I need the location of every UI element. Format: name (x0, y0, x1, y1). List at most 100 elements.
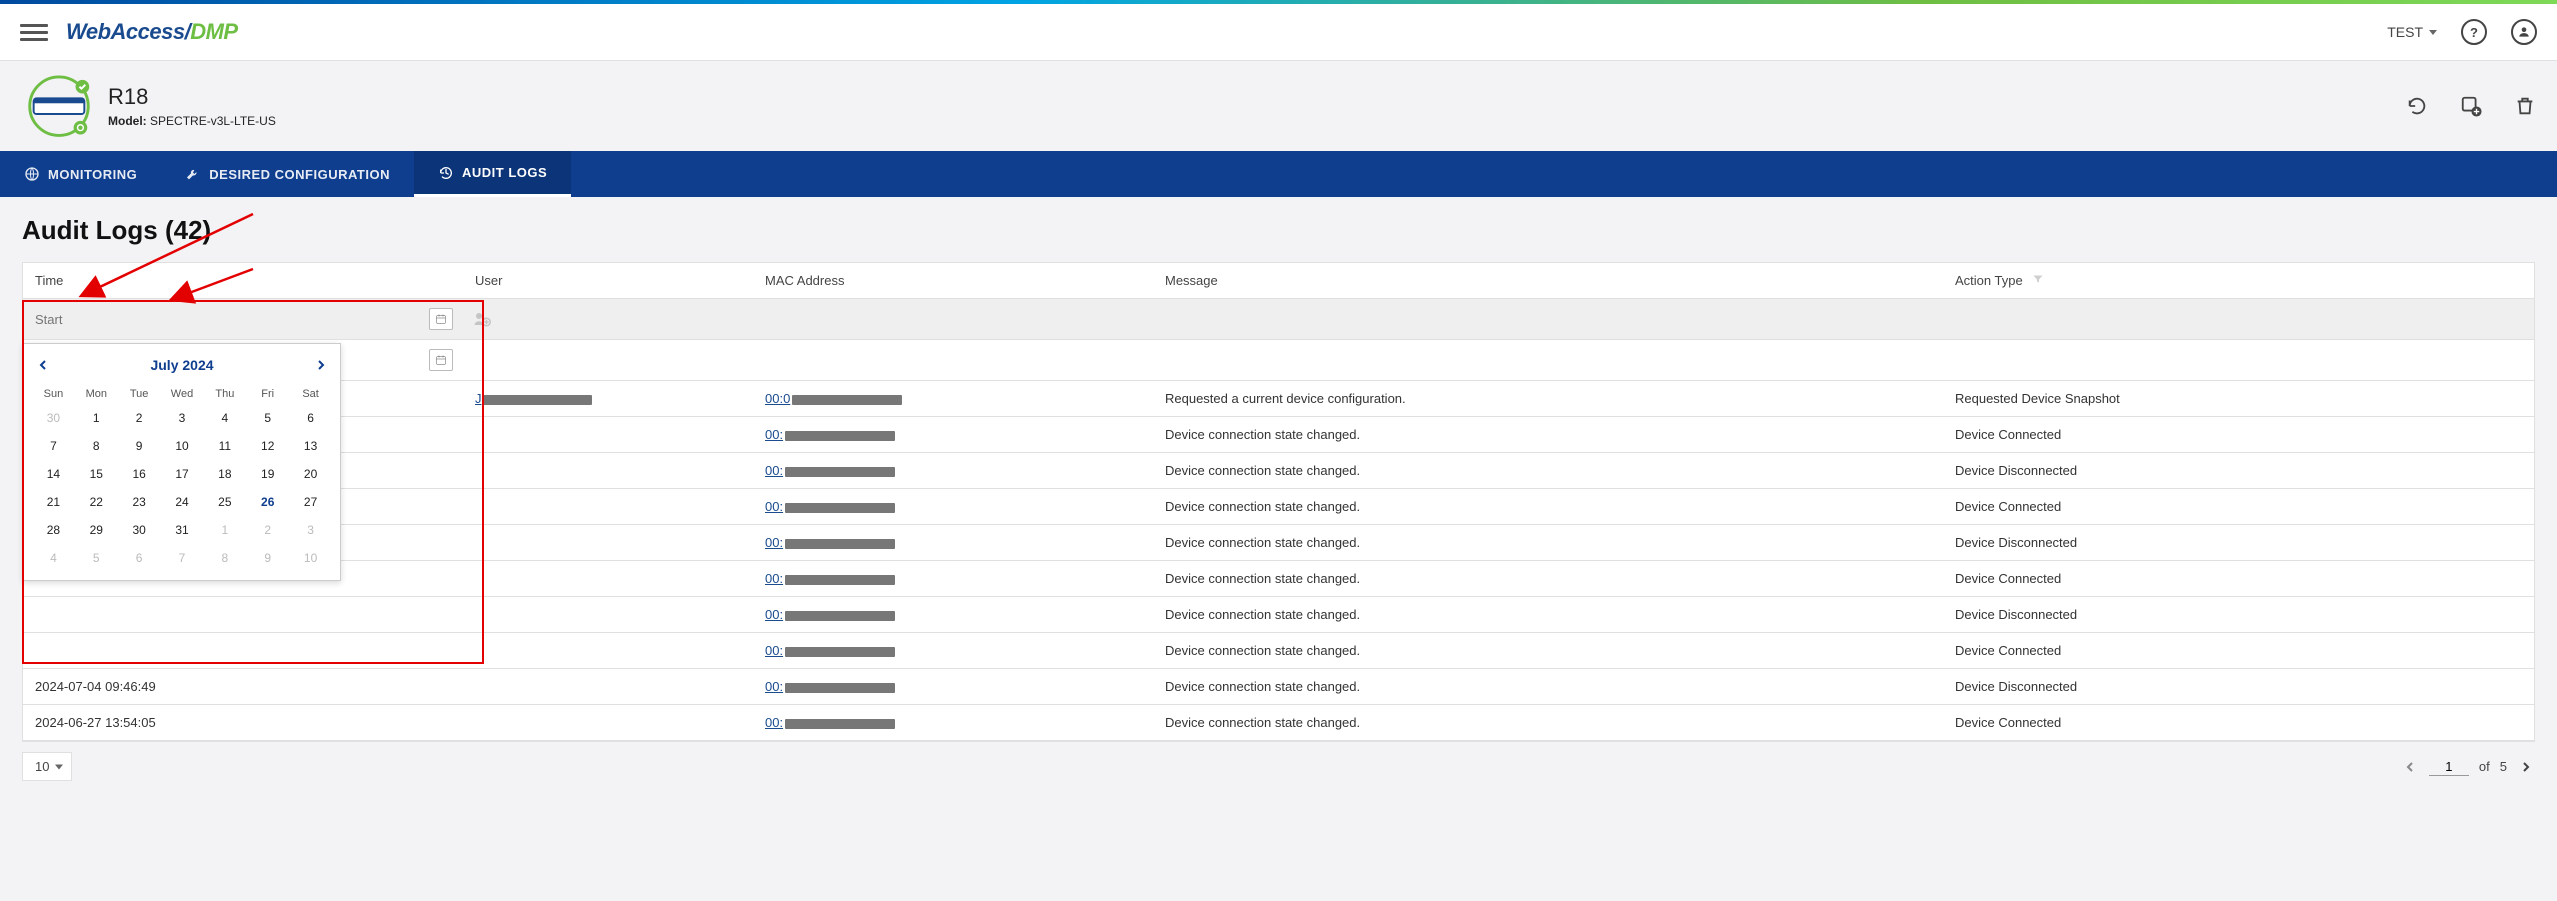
mac-link[interactable]: 00: (765, 679, 895, 694)
datepicker-day[interactable]: 12 (246, 432, 289, 460)
datepicker-day[interactable]: 7 (161, 544, 204, 572)
device-thumbnail (20, 75, 98, 137)
datepicker-day[interactable]: 24 (161, 488, 204, 516)
datepicker-day[interactable]: 19 (246, 460, 289, 488)
table-row: 00:Device connection state changed.Devic… (23, 453, 2534, 489)
datepicker-day[interactable]: 18 (203, 460, 246, 488)
mac-link[interactable]: 00: (765, 643, 895, 658)
mac-link[interactable]: 00: (765, 427, 895, 442)
brand-part-1: WebAccess/ (66, 19, 190, 44)
cell-action-type: Device Connected (1943, 705, 2534, 741)
datepicker-next[interactable] (310, 354, 332, 376)
datepicker-day[interactable]: 30 (118, 516, 161, 544)
datepicker-day[interactable]: 8 (203, 544, 246, 572)
user-link[interactable]: J (475, 391, 592, 406)
col-time[interactable]: Time (23, 263, 463, 299)
datepicker-day[interactable]: 2 (118, 404, 161, 432)
datepicker-day[interactable]: 7 (32, 432, 75, 460)
datepicker-month[interactable]: July 2024 (150, 357, 213, 373)
calendar-button-start[interactable] (429, 308, 453, 330)
datepicker-day[interactable]: 10 (161, 432, 204, 460)
datepicker-day[interactable]: 31 (161, 516, 204, 544)
datepicker-day[interactable]: 14 (32, 460, 75, 488)
chevron-right-icon (2521, 762, 2531, 772)
datepicker-day[interactable]: 17 (161, 460, 204, 488)
delete-button[interactable] (2513, 94, 2537, 118)
datepicker-day[interactable]: 5 (75, 544, 118, 572)
table-row: 00:Device connection state changed.Devic… (23, 633, 2534, 669)
datepicker-day[interactable]: 8 (75, 432, 118, 460)
col-mac[interactable]: MAC Address (753, 263, 1153, 299)
col-action-type[interactable]: Action Type (1943, 263, 2534, 299)
datepicker-day[interactable]: 26 (246, 488, 289, 516)
datepicker-day[interactable]: 28 (32, 516, 75, 544)
user-filter-icon[interactable] (473, 310, 491, 328)
col-user[interactable]: User (463, 263, 753, 299)
help-icon[interactable]: ? (2461, 19, 2487, 45)
menu-icon[interactable] (20, 18, 48, 46)
datepicker-day[interactable]: 30 (32, 404, 75, 432)
datepicker-day[interactable]: 4 (203, 404, 246, 432)
mac-link[interactable]: 00: (765, 607, 895, 622)
datepicker-day[interactable]: 3 (289, 516, 332, 544)
mac-link[interactable]: 00: (765, 463, 895, 478)
datepicker-day[interactable]: 9 (118, 432, 161, 460)
pager-current[interactable] (2429, 758, 2469, 776)
mac-link[interactable]: 00: (765, 535, 895, 550)
mac-link[interactable]: 00: (765, 571, 895, 586)
col-message[interactable]: Message (1153, 263, 1943, 299)
page-size-select[interactable]: 10 (22, 752, 72, 781)
mac-link[interactable]: 00: (765, 715, 895, 730)
datepicker-day[interactable]: 29 (75, 516, 118, 544)
datepicker-day[interactable]: 1 (203, 516, 246, 544)
pager-prev[interactable] (2401, 758, 2419, 776)
device-name: R18 (108, 84, 276, 110)
chevron-left-icon (38, 360, 48, 370)
datepicker-day[interactable]: 10 (289, 544, 332, 572)
filter-time-start[interactable] (33, 298, 429, 340)
cell-user (463, 561, 753, 597)
datepicker-day[interactable]: 9 (246, 544, 289, 572)
datepicker-day[interactable]: 25 (203, 488, 246, 516)
datepicker-day[interactable]: 2 (246, 516, 289, 544)
cell-user (463, 489, 753, 525)
calendar-icon (435, 313, 447, 325)
calendar-button-end[interactable] (429, 349, 453, 371)
datepicker-day[interactable]: 15 (75, 460, 118, 488)
datepicker-day[interactable]: 6 (289, 404, 332, 432)
datepicker-day[interactable]: 13 (289, 432, 332, 460)
datepicker-day[interactable]: 4 (32, 544, 75, 572)
settings-add-button[interactable] (2459, 94, 2483, 118)
datepicker-day[interactable]: 22 (75, 488, 118, 516)
datepicker-prev[interactable] (32, 354, 54, 376)
wrench-icon (185, 166, 201, 182)
datepicker-day[interactable]: 1 (75, 404, 118, 432)
chevron-down-icon (55, 764, 63, 769)
tab-desired-configuration[interactable]: DESIRED CONFIGURATION (161, 151, 414, 197)
datepicker-day[interactable]: 6 (118, 544, 161, 572)
pager-next[interactable] (2517, 758, 2535, 776)
cell-user (463, 669, 753, 705)
table-footer: 10 of 5 (22, 752, 2535, 781)
globe-icon (24, 166, 40, 182)
mac-link[interactable]: 00:0 (765, 391, 902, 406)
datepicker-day[interactable]: 21 (32, 488, 75, 516)
brand-logo[interactable]: WebAccess/DMP (66, 19, 238, 45)
tab-audit-logs[interactable]: AUDIT LOGS (414, 151, 571, 197)
cell-action-type: Device Disconnected (1943, 597, 2534, 633)
user-menu[interactable]: TEST (2387, 24, 2437, 40)
datepicker-day[interactable]: 3 (161, 404, 204, 432)
datepicker-dow: Tue (118, 384, 161, 404)
datepicker-day[interactable]: 5 (246, 404, 289, 432)
tab-monitoring[interactable]: MONITORING (0, 151, 161, 197)
refresh-button[interactable] (2405, 94, 2429, 118)
datepicker-day[interactable]: 23 (118, 488, 161, 516)
datepicker-day[interactable]: 20 (289, 460, 332, 488)
datepicker-day[interactable]: 16 (118, 460, 161, 488)
cell-mac: 00: (753, 669, 1153, 705)
datepicker-day[interactable]: 11 (203, 432, 246, 460)
account-icon[interactable] (2511, 19, 2537, 45)
datepicker-day[interactable]: 27 (289, 488, 332, 516)
mac-link[interactable]: 00: (765, 499, 895, 514)
page-title: Audit Logs (42) (0, 197, 2557, 250)
